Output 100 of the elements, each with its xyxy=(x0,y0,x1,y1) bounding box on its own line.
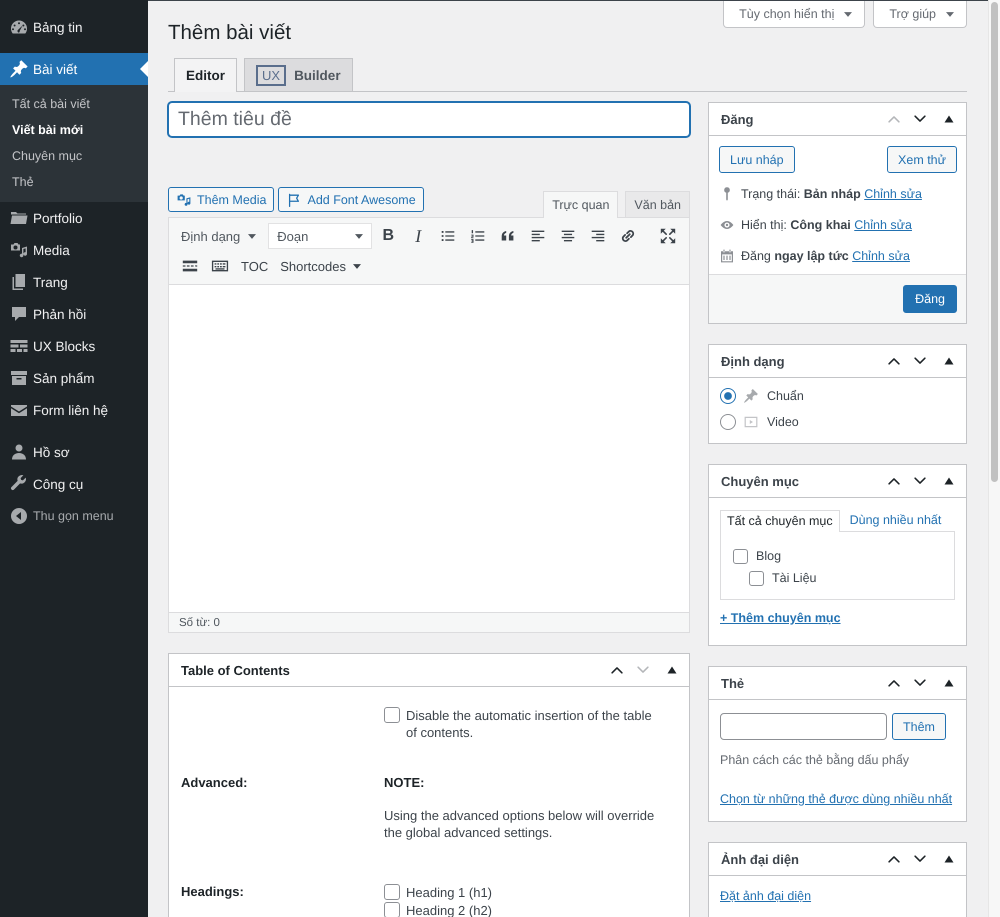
category-label: Tài Liệu xyxy=(772,571,816,585)
sidebar-item[interactable]: Phản hồi xyxy=(0,298,148,330)
edit-link[interactable]: Chỉnh sửa xyxy=(854,218,912,232)
help-button[interactable]: Trợ giúp xyxy=(873,1,967,28)
thumbtack-icon xyxy=(743,388,759,404)
edit-link[interactable]: Chỉnh sửa xyxy=(864,186,922,200)
triangle-up-icon xyxy=(944,854,954,864)
title-field[interactable]: Thêm tiêu đề xyxy=(168,102,690,137)
archive-box-icon xyxy=(9,368,29,388)
sidebar-item[interactable]: Sản phẩm xyxy=(0,362,148,394)
sidebar-item[interactable]: Form liên hệ xyxy=(0,394,148,426)
checkbox[interactable] xyxy=(749,570,764,586)
panel-title: Định dạng xyxy=(721,354,785,368)
italic-button[interactable]: I xyxy=(403,222,434,250)
editor-mode-tab[interactable]: Văn bản xyxy=(625,191,690,217)
checkbox-label: Disable the automatic insertion of the table of contents. xyxy=(406,707,653,741)
radio-label: Chuẩn xyxy=(767,389,804,403)
formats-menu-button[interactable]: Định dạng xyxy=(175,222,262,250)
set-featured-image-link[interactable]: Đặt ảnh đại diện xyxy=(720,889,812,903)
caret-icon xyxy=(248,234,256,238)
sidebar-item[interactable]: UX Blocks xyxy=(0,330,148,362)
triangle-up-icon xyxy=(667,665,677,675)
publish-setting-text: Trạng thái: Bản nháp Chỉnh sửa xyxy=(741,186,922,200)
panel-title: Ảnh đại diện xyxy=(721,852,799,866)
field-label: Headings: xyxy=(181,884,244,899)
editor-content-field[interactable] xyxy=(168,285,690,612)
add-category-link[interactable]: + Thêm chuyên mục xyxy=(720,611,841,625)
expand-arrows-icon xyxy=(659,227,677,245)
edit-link[interactable]: Chỉnh sửa xyxy=(852,248,910,262)
submenu-item[interactable]: Chuyên mục xyxy=(0,143,148,169)
submenu-item[interactable]: Viết bài mới xyxy=(0,117,148,143)
panel-title: Thẻ xyxy=(721,676,744,690)
category-tab[interactable]: Dùng nhiều nhất xyxy=(842,509,948,531)
checkbox[interactable] xyxy=(384,902,400,917)
screen-options-button[interactable]: Tùy chọn hiển thị xyxy=(723,1,866,28)
submenu-item[interactable]: Tất cả bài viết xyxy=(0,91,148,117)
add-tag-button[interactable]: Thêm xyxy=(892,713,946,740)
caret-icon xyxy=(946,12,954,16)
note-title: NOTE: xyxy=(384,774,424,791)
sidebar-item[interactable]: Hồ sơ xyxy=(0,436,148,468)
caret-icon xyxy=(844,12,852,16)
submenu-item[interactable]: Thẻ xyxy=(0,169,148,195)
calendar-icon xyxy=(719,248,735,264)
choose-tags-link[interactable]: Chọn từ những thẻ được dùng nhiều nhất xyxy=(720,792,952,806)
checkbox[interactable] xyxy=(384,707,400,723)
scrollbar-track[interactable] xyxy=(988,0,1000,917)
checkbox[interactable] xyxy=(384,884,400,900)
panel-title: Table of Contents xyxy=(181,662,290,678)
radio-label: Video xyxy=(767,415,799,429)
sidebar-item[interactable]: Bài viết xyxy=(0,53,148,85)
sidebar-item[interactable]: Trang xyxy=(0,266,148,298)
media-icon xyxy=(176,192,192,208)
paragraph-format-select[interactable]: Đoạn xyxy=(268,223,372,249)
radio-button[interactable] xyxy=(720,414,736,430)
save-draft-button[interactable]: Lưu nháp xyxy=(719,146,795,173)
editor-tab[interactable]: UX Builder xyxy=(244,58,353,91)
publish-button[interactable]: Đăng xyxy=(903,285,957,313)
collapse-arrow-icon xyxy=(9,506,29,526)
category-label: Blog xyxy=(756,549,782,563)
word-count: Số từ: 0 xyxy=(179,616,220,628)
sidebar-item[interactable]: Portfolio xyxy=(0,202,148,234)
add-icon-button[interactable]: Add Font Awesome xyxy=(278,187,424,212)
add-media-button[interactable]: Thêm Media xyxy=(168,187,274,212)
panel-title: Chuyên mục xyxy=(721,474,800,488)
speech-bubble-icon xyxy=(9,304,29,324)
radio-button[interactable] xyxy=(720,388,736,404)
media-icon xyxy=(9,240,29,260)
caret-icon xyxy=(355,234,364,238)
logo-badge: UX xyxy=(256,64,286,86)
checkbox-label: Heading 1 (h1) xyxy=(406,884,492,900)
note-text: Using the advanced options below will override the global advanced settings. xyxy=(384,807,656,841)
category-tab[interactable]: Tất cả chuyên mục xyxy=(720,510,840,532)
preview-button[interactable]: Xem thử xyxy=(887,146,957,173)
user-icon xyxy=(9,442,29,462)
sidebar-item[interactable]: Công cụ xyxy=(0,468,148,500)
triangle-up-icon xyxy=(944,356,954,366)
scrollbar-thumb[interactable] xyxy=(991,2,998,482)
sidebar-item[interactable]: Bảng tin xyxy=(0,11,148,43)
publish-setting-text: Đăng ngay lập tức Chỉnh sửa xyxy=(741,248,910,262)
publish-setting-text: Hiển thị: Công khai Chỉnh sửa xyxy=(741,218,912,232)
checkbox[interactable] xyxy=(733,548,748,564)
triangle-up-icon xyxy=(944,678,954,688)
caret-icon xyxy=(352,264,361,268)
toc-button[interactable]: TOC xyxy=(235,252,274,280)
shortcodes-menu-button[interactable]: Shortcodes xyxy=(274,252,367,280)
panel-title: Đăng xyxy=(721,112,754,126)
sidebar-item[interactable]: Media xyxy=(0,234,148,266)
collapse-menu-button[interactable]: Thu gọn menu xyxy=(0,500,148,532)
page-title: Thêm bài viết xyxy=(168,20,292,46)
checkbox-label: Heading 2 (h2) xyxy=(406,902,492,917)
bold-button[interactable]: B xyxy=(373,222,404,250)
triangle-up-icon xyxy=(944,114,954,124)
video-icon xyxy=(743,414,759,430)
tag-input-field[interactable] xyxy=(720,713,887,740)
menu-pointer-icon xyxy=(140,61,148,77)
tags-hint: Phân cách các thẻ bằng dấu phẩy xyxy=(720,753,910,767)
editor-tab[interactable]: Editor xyxy=(174,58,237,92)
field-label: Advanced: xyxy=(181,775,248,790)
editor-mode-tab[interactable]: Trực quan xyxy=(543,191,618,218)
thumbtack-icon xyxy=(9,59,29,79)
